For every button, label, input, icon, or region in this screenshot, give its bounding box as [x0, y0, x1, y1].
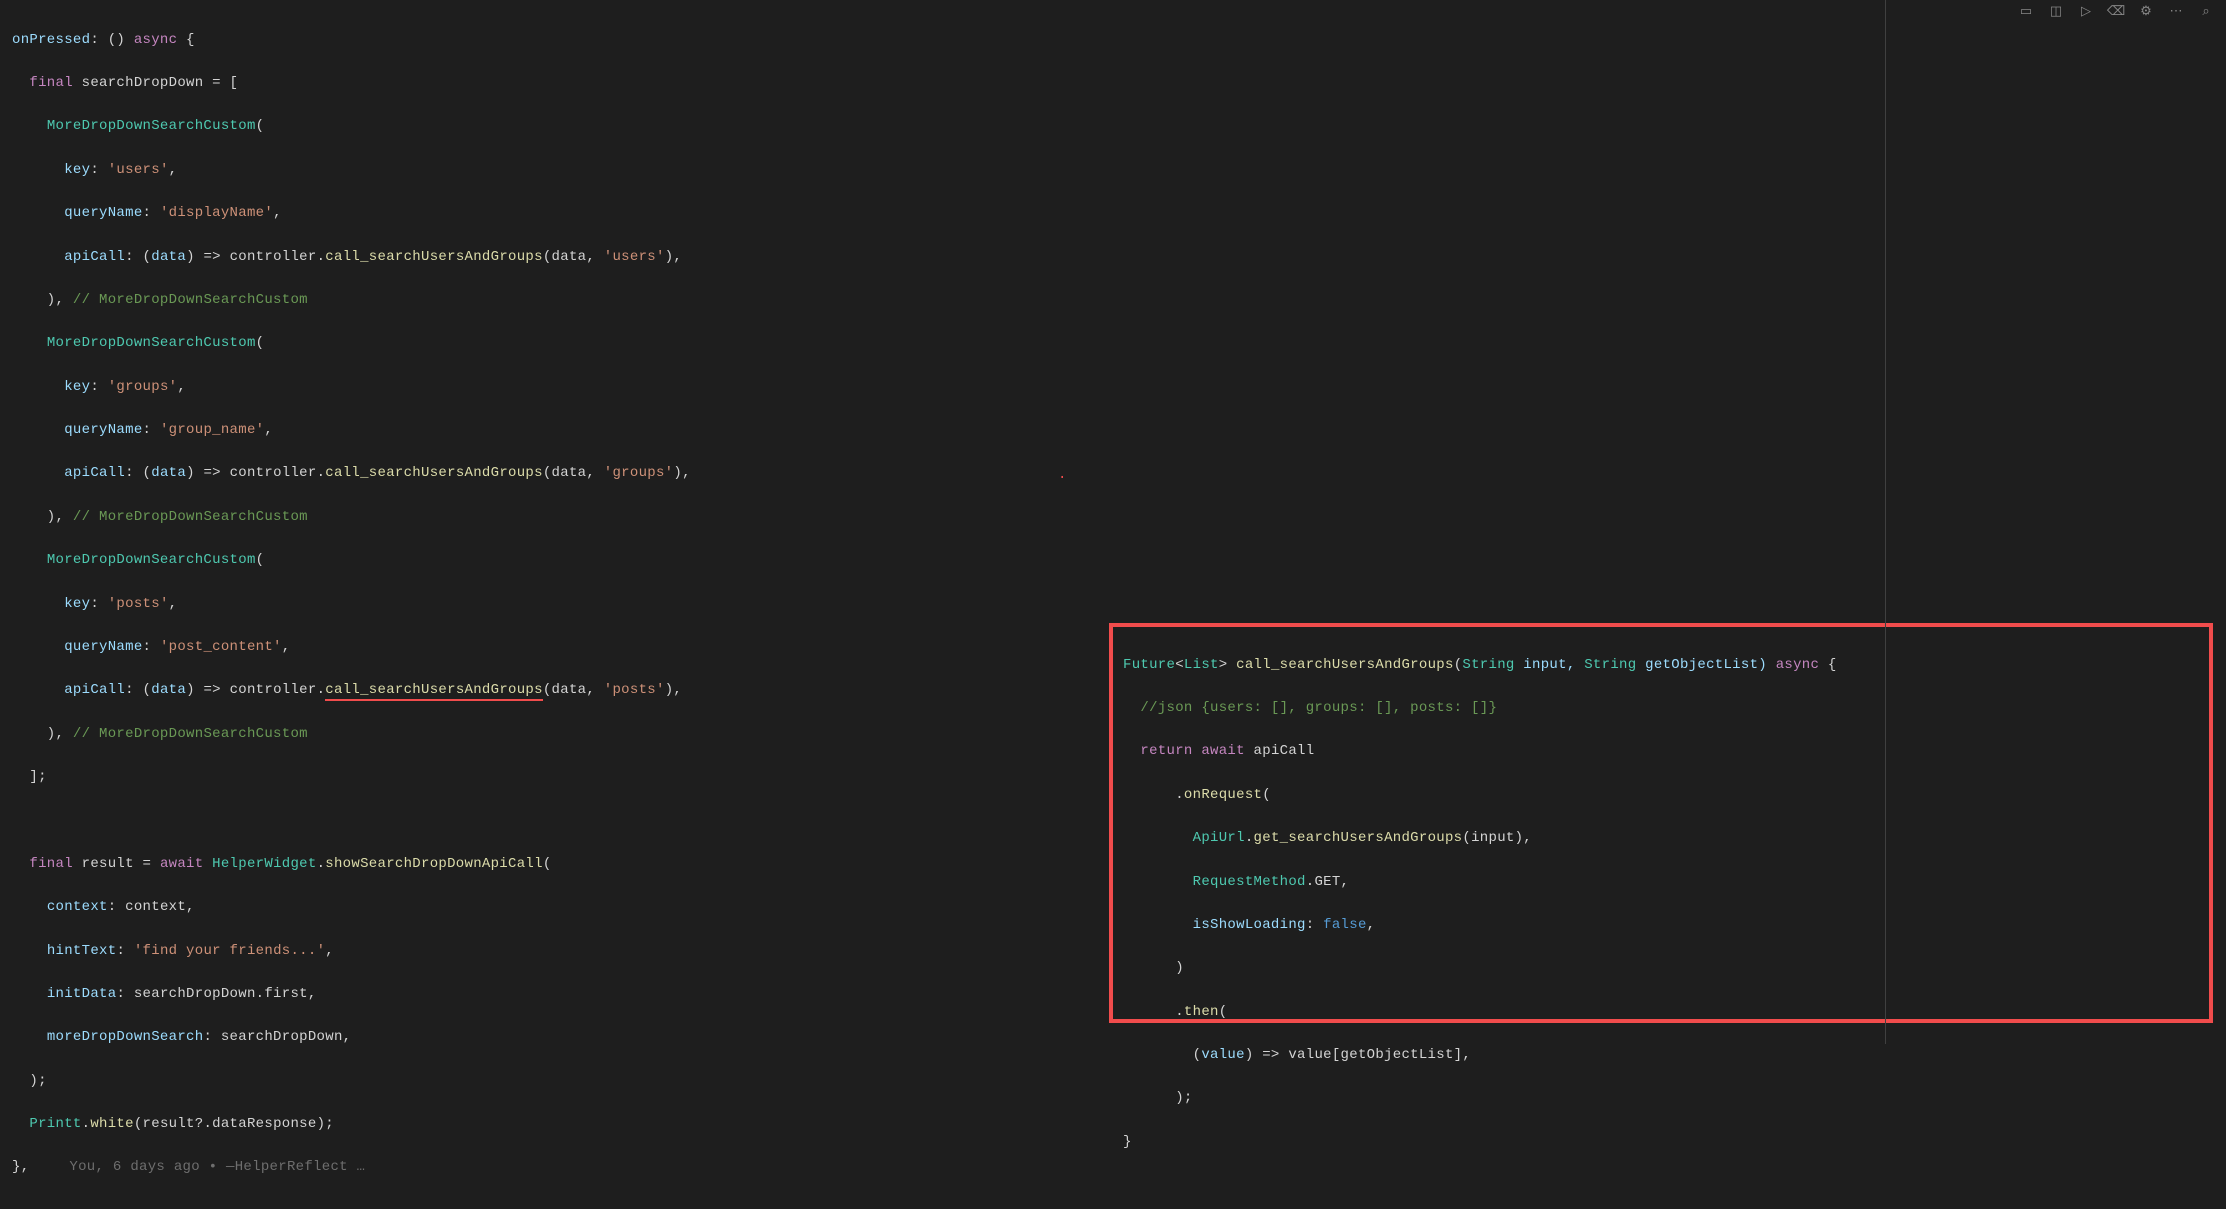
code-line: MoreDropDownSearchCustom( — [12, 333, 2226, 355]
code-line: RequestMethod.GET, — [1123, 872, 2199, 894]
code-line: ); — [1123, 1088, 2199, 1110]
code-line: onPressed: () async { — [12, 30, 2226, 52]
code-line: key: 'posts', — [12, 594, 2226, 616]
code-line: },You, 6 days ago • —HelperReflect … — [12, 1157, 2226, 1179]
bug-icon[interactable]: ⌫ — [2108, 4, 2124, 20]
split-icon[interactable]: ◫ — [2048, 4, 2064, 20]
editor-ruler — [1885, 0, 1886, 1044]
code-line: (value) => value[getObjectList], — [1123, 1045, 2199, 1067]
inset-panel: Future<List> call_searchUsersAndGroups(S… — [1109, 623, 2213, 1023]
code-line: ), // MoreDropDownSearchCustom — [12, 290, 2226, 312]
layout-icon[interactable]: ▭ — [2018, 4, 2034, 20]
settings-icon[interactable]: ⚙ — [2138, 4, 2154, 20]
code-line: MoreDropDownSearchCustom( — [12, 116, 2226, 138]
editor-toolbar: ▭ ◫ ▷ ⌫ ⚙ ⋯ ⌕ — [2018, 4, 2214, 20]
code-line: final searchDropDown = [ — [12, 73, 2226, 95]
code-line: apiCall: (data) => controller.call_searc… — [12, 247, 2226, 269]
more-icon[interactable]: ⋯ — [2168, 4, 2184, 20]
code-line: apiCall: (data) => controller.call_searc… — [12, 463, 2226, 485]
red-dot-marker: · — [1058, 468, 1066, 490]
code-line: return await apiCall — [1123, 741, 2199, 763]
code-line: queryName: 'group_name', — [12, 420, 2226, 442]
git-blame-annotation: You, 6 days ago • —HelperReflect … — [29, 1159, 365, 1175]
code-line: ), // MoreDropDownSearchCustom — [12, 507, 2226, 529]
code-line: key: 'groups', — [12, 377, 2226, 399]
play-icon[interactable]: ▷ — [2078, 4, 2094, 20]
code-line: Future<List> call_searchUsersAndGroups(S… — [1123, 655, 2199, 677]
code-line: key: 'users', — [12, 160, 2226, 182]
code-line: queryName: 'displayName', — [12, 203, 2226, 225]
code-line: .then( — [1123, 1002, 2199, 1024]
code-line: MoreDropDownSearchCustom( — [12, 550, 2226, 572]
code-line: .onRequest( — [1123, 785, 2199, 807]
underlined-call: call_searchUsersAndGroups — [325, 682, 543, 701]
code-line: ) — [1123, 958, 2199, 980]
code-line: isShowLoading: false, — [1123, 915, 2199, 937]
code-line: } — [1123, 1132, 2199, 1154]
search-icon[interactable]: ⌕ — [2198, 4, 2214, 20]
code-line: //json {users: [], groups: [], posts: []… — [1123, 698, 2199, 720]
code-line: ApiUrl.get_searchUsersAndGroups(input), — [1123, 828, 2199, 850]
